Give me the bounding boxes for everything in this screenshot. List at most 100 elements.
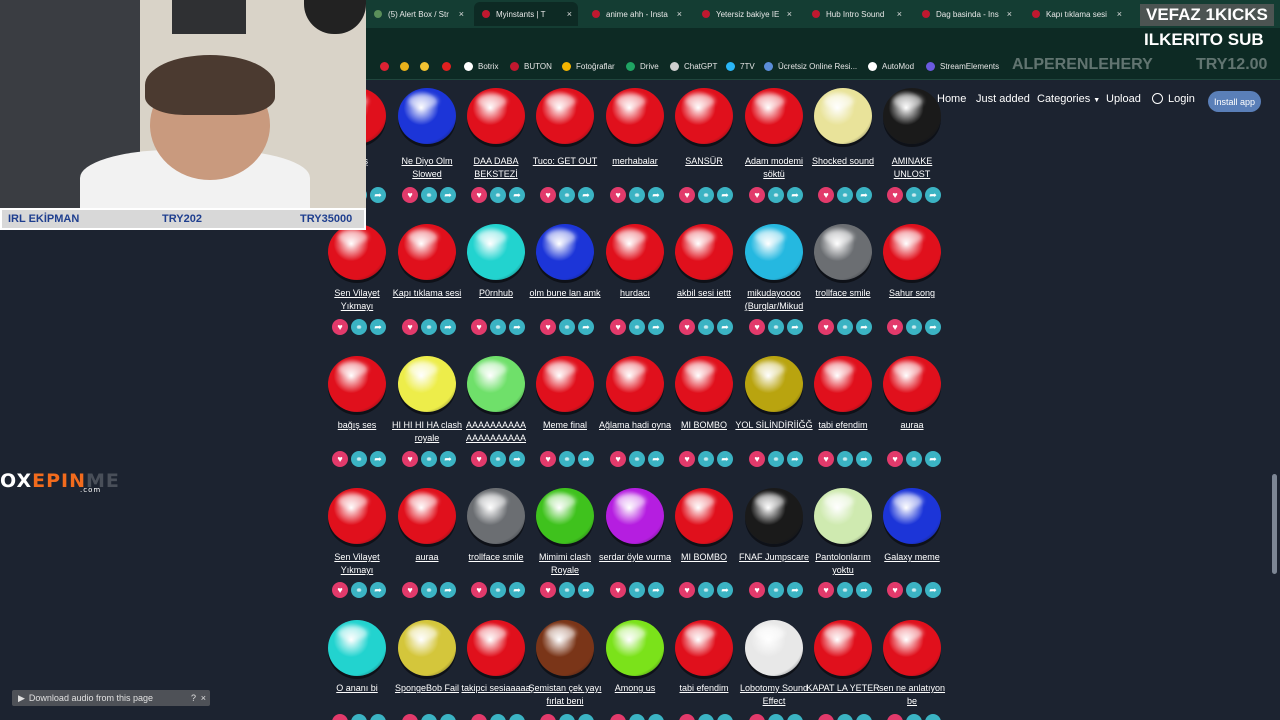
heart-icon[interactable]: ♥	[679, 582, 695, 598]
heart-icon[interactable]: ♥	[749, 714, 765, 720]
play-sound-button[interactable]	[675, 356, 733, 412]
sound-title-link[interactable]: Lobotomy Sound Effect	[735, 682, 813, 708]
share-icon[interactable]: ➦	[925, 319, 941, 335]
heart-icon[interactable]: ♥	[887, 451, 903, 467]
sound-title-link[interactable]: KAPAT LA YETER	[804, 682, 882, 695]
heart-icon[interactable]: ♥	[540, 582, 556, 598]
play-sound-button[interactable]	[675, 224, 733, 280]
play-sound-button[interactable]	[675, 620, 733, 676]
link-icon[interactable]: ⚭	[906, 451, 922, 467]
heart-icon[interactable]: ♥	[471, 714, 487, 720]
sound-title-link[interactable]: Kapı tıklama sesi	[388, 287, 466, 300]
heart-icon[interactable]: ♥	[818, 187, 834, 203]
link-icon[interactable]: ⚭	[421, 714, 437, 720]
sound-title-link[interactable]: FNAF Jumpscare	[735, 551, 813, 564]
link-icon[interactable]: ⚭	[768, 451, 784, 467]
share-icon[interactable]: ➦	[717, 582, 733, 598]
sound-title-link[interactable]: Among us	[596, 682, 674, 695]
play-sound-button[interactable]	[883, 356, 941, 412]
link-icon[interactable]: ⚭	[768, 582, 784, 598]
sound-title-link[interactable]: olm bune lan amk	[526, 287, 604, 300]
heart-icon[interactable]: ♥	[887, 582, 903, 598]
share-icon[interactable]: ➦	[578, 451, 594, 467]
heart-icon[interactable]: ♥	[471, 319, 487, 335]
share-icon[interactable]: ➦	[370, 319, 386, 335]
link-icon[interactable]: ⚭	[421, 187, 437, 203]
share-icon[interactable]: ➦	[509, 714, 525, 720]
link-icon[interactable]: ⚭	[629, 582, 645, 598]
share-icon[interactable]: ➦	[856, 451, 872, 467]
heart-icon[interactable]: ♥	[610, 714, 626, 720]
share-icon[interactable]: ➦	[370, 714, 386, 720]
play-sound-button[interactable]	[883, 620, 941, 676]
link-icon[interactable]: ⚭	[629, 319, 645, 335]
share-icon[interactable]: ➦	[440, 319, 456, 335]
play-sound-button[interactable]	[467, 224, 525, 280]
sound-title-link[interactable]: HI HI HI HA clash royale	[388, 419, 466, 445]
play-sound-button[interactable]	[814, 224, 872, 280]
sound-title-link[interactable]: Pantolonlarım yoktu	[804, 551, 882, 577]
sound-title-link[interactable]: tabi efendim	[665, 682, 743, 695]
sound-title-link[interactable]: AAAAAAAAAA AAAAAAAAAA	[457, 419, 535, 445]
play-sound-button[interactable]	[883, 488, 941, 544]
share-icon[interactable]: ➦	[578, 319, 594, 335]
share-icon[interactable]: ➦	[509, 582, 525, 598]
play-sound-button[interactable]	[675, 488, 733, 544]
sound-title-link[interactable]: takipci sesiaaaaa	[457, 682, 535, 695]
play-sound-button[interactable]	[398, 488, 456, 544]
share-icon[interactable]: ➦	[370, 582, 386, 598]
heart-icon[interactable]: ♥	[818, 714, 834, 720]
link-icon[interactable]: ⚭	[559, 714, 575, 720]
share-icon[interactable]: ➦	[717, 451, 733, 467]
link-icon[interactable]: ⚭	[906, 714, 922, 720]
share-icon[interactable]: ➦	[509, 451, 525, 467]
share-icon[interactable]: ➦	[787, 714, 803, 720]
help-icon[interactable]: ?	[191, 693, 196, 703]
sound-title-link[interactable]: AMINAKE UNLOST	[873, 155, 951, 181]
close-icon[interactable]: ×	[201, 693, 206, 703]
heart-icon[interactable]: ♥	[749, 319, 765, 335]
sound-title-link[interactable]: Tuco: GET OUT	[526, 155, 604, 168]
sound-title-link[interactable]: tabi efendim	[804, 419, 882, 432]
heart-icon[interactable]: ♥	[679, 714, 695, 720]
play-sound-button[interactable]	[536, 356, 594, 412]
sound-title-link[interactable]: serdar öyle vurma	[596, 551, 674, 564]
play-sound-button[interactable]	[328, 356, 386, 412]
heart-icon[interactable]: ♥	[332, 451, 348, 467]
sound-title-link[interactable]: bağış ses	[318, 419, 396, 432]
play-sound-button[interactable]	[328, 488, 386, 544]
share-icon[interactable]: ➦	[440, 582, 456, 598]
sound-title-link[interactable]: Shocked sound	[804, 155, 882, 168]
link-icon[interactable]: ⚭	[421, 319, 437, 335]
link-icon[interactable]: ⚭	[768, 319, 784, 335]
heart-icon[interactable]: ♥	[402, 451, 418, 467]
share-icon[interactable]: ➦	[370, 187, 386, 203]
heart-icon[interactable]: ♥	[540, 714, 556, 720]
link-icon[interactable]: ⚭	[490, 582, 506, 598]
share-icon[interactable]: ➦	[925, 582, 941, 598]
heart-icon[interactable]: ♥	[402, 714, 418, 720]
play-sound-button[interactable]	[536, 620, 594, 676]
link-icon[interactable]: ⚭	[698, 582, 714, 598]
link-icon[interactable]: ⚭	[351, 582, 367, 598]
sound-title-link[interactable]: MI BOMBO	[665, 419, 743, 432]
link-icon[interactable]: ⚭	[837, 714, 853, 720]
play-sound-button[interactable]	[745, 224, 803, 280]
sound-title-link[interactable]: Sahur song	[873, 287, 951, 300]
share-icon[interactable]: ➦	[648, 451, 664, 467]
link-icon[interactable]: ⚭	[698, 714, 714, 720]
sound-title-link[interactable]: Adam modemi söktü	[735, 155, 813, 181]
heart-icon[interactable]: ♥	[610, 319, 626, 335]
share-icon[interactable]: ➦	[787, 319, 803, 335]
heart-icon[interactable]: ♥	[402, 319, 418, 335]
heart-icon[interactable]: ♥	[818, 451, 834, 467]
sound-title-link[interactable]: akbil sesi iettt	[665, 287, 743, 300]
link-icon[interactable]: ⚭	[768, 714, 784, 720]
share-icon[interactable]: ➦	[370, 451, 386, 467]
share-icon[interactable]: ➦	[578, 187, 594, 203]
play-sound-button[interactable]	[745, 88, 803, 144]
share-icon[interactable]: ➦	[578, 714, 594, 720]
play-sound-button[interactable]	[606, 356, 664, 412]
heart-icon[interactable]: ♥	[471, 582, 487, 598]
play-sound-button[interactable]	[814, 88, 872, 144]
